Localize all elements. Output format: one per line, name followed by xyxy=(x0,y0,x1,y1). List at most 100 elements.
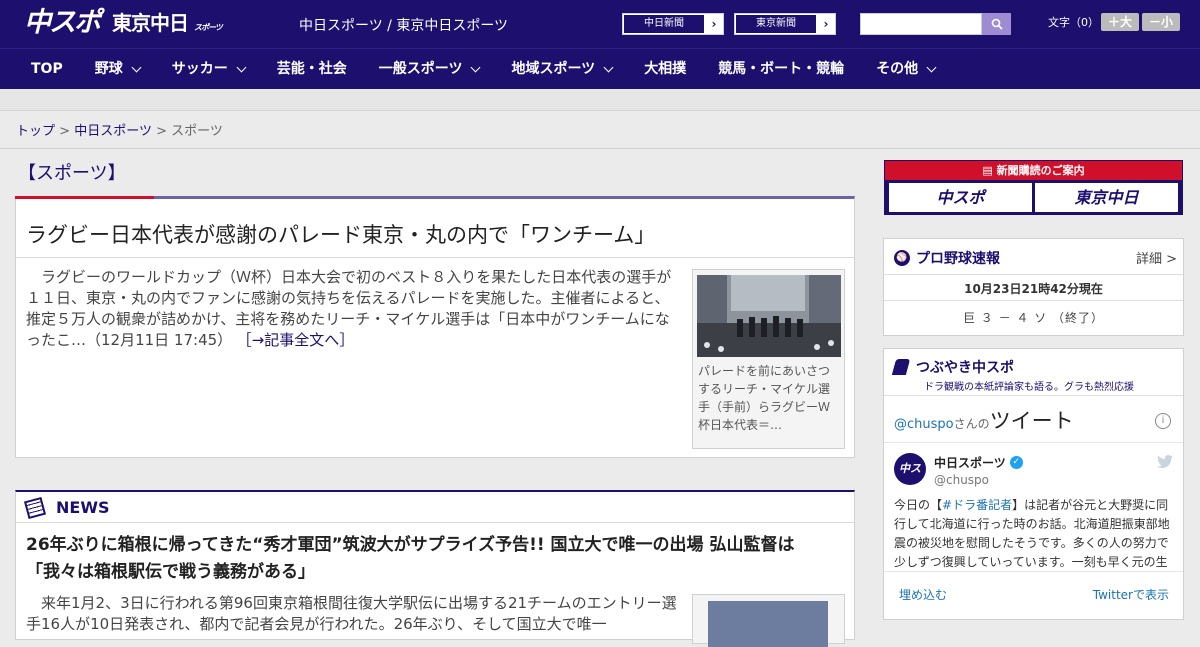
divider xyxy=(884,300,1183,301)
nav-label: TOP xyxy=(31,60,63,77)
divider xyxy=(884,274,1183,275)
nav-soccer[interactable]: サッカー xyxy=(156,49,261,90)
font-larger-button[interactable]: ＋大 xyxy=(1101,13,1139,31)
tokyo-shimbun-label: 東京新聞 xyxy=(736,15,816,33)
info-icon[interactable]: i xyxy=(1155,413,1171,429)
top-header: 中スポ 東京中日 スポーツ 中日スポーツ / 東京中日スポーツ 中日新聞 › 東… xyxy=(0,0,1200,48)
chevron-down-icon xyxy=(603,62,614,72)
breadcrumb-current: スポーツ xyxy=(171,124,223,139)
page-title: 【スポーツ】 xyxy=(18,163,126,184)
nav-label: その他 xyxy=(876,60,919,77)
divider xyxy=(884,571,1183,572)
nav-entertainment[interactable]: 芸能・社会 xyxy=(261,49,363,90)
nav-label: 競馬・ボート・競輪 xyxy=(718,60,845,77)
nav-label: 野球 xyxy=(94,60,123,77)
avatar[interactable]: 中スポ xyxy=(894,453,926,507)
font-smaller-button[interactable]: －小 xyxy=(1142,13,1180,31)
tokyo-logo-main: 東京中日 xyxy=(112,11,189,35)
verified-icon: ✓ xyxy=(1009,456,1023,469)
article-summary: ラグビーのワールドカップ（Ｗ杯）日本大会で初のベスト８入りを果たした日本代表の選… xyxy=(26,267,684,351)
nav-regional-sports[interactable]: 地域スポーツ xyxy=(495,49,628,90)
twitter-handle-link[interactable]: @chuspo xyxy=(894,417,954,432)
twitter-widget: つぶやき中スポ ドラ観戦の本紙評論家も語る。グラも熱烈応援 @chuspo さん… xyxy=(883,348,1184,620)
nav-top[interactable]: TOP xyxy=(0,49,79,90)
divider xyxy=(884,442,1183,443)
nav-baseball[interactable]: 野球 xyxy=(79,49,156,90)
divider xyxy=(0,148,1200,149)
author-name: 中日スポーツ xyxy=(934,456,1006,470)
update-time: 10月23日21時42分現在 xyxy=(964,282,1103,296)
chevron-down-icon xyxy=(236,62,247,72)
tokyo-shimbun-button[interactable]: 東京新聞 › xyxy=(734,13,836,35)
chevron-down-icon xyxy=(926,62,937,72)
featured-article: ラグビー日本代表が感謝のパレード東京・丸の内で「ワンチーム」 ラグビーのワールド… xyxy=(15,196,855,458)
read-more-link[interactable]: ［→記事全文へ］ xyxy=(244,331,354,349)
nav-others[interactable]: その他 xyxy=(860,49,951,90)
nav-sumo[interactable]: 大相撲 xyxy=(628,49,702,90)
tokyo-chunichi-logo: 東京中日 xyxy=(1035,183,1178,212)
widget-header: ⚾ プロ野球速報 xyxy=(894,248,1000,268)
chuspo-logo[interactable]: 中スポ xyxy=(24,6,101,40)
widget-subtitle: ドラ観戦の本紙評論家も語る。グラも熱烈応援 xyxy=(924,382,1134,393)
details-link[interactable]: 詳細 > xyxy=(1136,248,1177,267)
news-section: NEWS 26年ぶりに箱根に帰ってきた“秀才軍団”筑波大がサプライズ予告!! 国… xyxy=(15,490,855,647)
sub-nav-band xyxy=(0,89,1200,111)
breadcrumb-chunichi[interactable]: 中日スポーツ xyxy=(74,124,152,139)
timeline-san: さんの xyxy=(953,417,990,431)
site-title[interactable]: 中日スポーツ / 東京中日スポーツ xyxy=(299,15,508,35)
game-score[interactable]: 巨 ３ － ４ ソ （終了） xyxy=(884,309,1183,326)
search-icon xyxy=(991,18,1003,30)
divider xyxy=(16,257,854,258)
news-summary: 来年1月2、3日に行われる第96回東京箱根間往復大学駅伝に出場する21チームのエ… xyxy=(26,594,677,633)
tweet-text-pre: 今日の【 xyxy=(894,498,943,512)
chevron-right-icon: › xyxy=(705,14,723,34)
megaphone-icon xyxy=(891,359,911,375)
subscription-title-text: 新聞購読のご案内 xyxy=(996,164,1085,177)
divider xyxy=(884,395,1183,396)
subscription-title: ▤ 新聞購読のご案内 xyxy=(885,161,1182,180)
author-screen-name[interactable]: @chuspo xyxy=(934,473,989,487)
hashtag-link[interactable]: #ドラ番記者 xyxy=(942,498,1012,512)
newspaper-icon: ▤ xyxy=(982,164,993,177)
chevron-down-icon xyxy=(471,62,481,72)
article-headline[interactable]: ラグビー日本代表が感謝のパレード東京・丸の内で「ワンチーム」 xyxy=(26,219,655,249)
search-input[interactable] xyxy=(860,13,982,35)
view-on-twitter-link[interactable]: Twitterで表示 xyxy=(1093,586,1169,603)
news-headline[interactable]: 26年ぶりに箱根に帰ってきた“秀才軍団”筑波大がサプライズ予告!! 国立大で唯一… xyxy=(26,532,841,586)
chunichi-shimbun-button[interactable]: 中日新聞 › xyxy=(622,13,724,35)
article-photo-box[interactable]: パレードを前にあいさつするリーチ・マイケル選手（手前）らラグビーＷ杯日本代表＝… xyxy=(692,269,845,449)
timeline-header: @chuspo さんの ツイート xyxy=(894,405,1074,435)
photo-caption: パレードを前にあいさつするリーチ・マイケル選手（手前）らラグビーＷ杯日本代表＝… xyxy=(698,364,831,432)
tokyo-logo-sub: スポーツ xyxy=(193,23,223,32)
nav-racing[interactable]: 競馬・ボート・競輪 xyxy=(702,49,860,90)
breadcrumb-separator: > xyxy=(59,124,71,139)
tokyo-chunichi-logo[interactable]: 東京中日 スポーツ xyxy=(112,10,223,41)
nav-label: 芸能・社会 xyxy=(276,60,347,77)
twitter-bird-icon[interactable] xyxy=(1157,455,1173,473)
nav-label: サッカー xyxy=(171,60,228,77)
chuspo-logo: 中スポ xyxy=(889,183,1032,212)
nav-label: 一般スポーツ xyxy=(378,60,463,77)
baseball-icon: ⚾ xyxy=(894,250,910,266)
news-label: NEWS xyxy=(56,498,110,517)
subscription-banner[interactable]: ▤ 新聞購読のご案内 中スポ 東京中日 xyxy=(884,160,1183,215)
search-button[interactable] xyxy=(982,13,1011,35)
embed-link[interactable]: 埋め込む xyxy=(899,586,947,603)
article-photo xyxy=(697,275,841,357)
nav-general-sports[interactable]: 一般スポーツ xyxy=(363,49,496,90)
breadcrumb-top[interactable]: トップ xyxy=(16,124,55,139)
widget-header: つぶやき中スポ xyxy=(891,357,1014,377)
font-size-label: 文字（0） xyxy=(1048,16,1099,29)
timeline-title: ツイート xyxy=(989,409,1074,433)
nav-label: 地域スポーツ xyxy=(511,60,596,77)
tweet-text: 今日の【#ドラ番記者】は記者が谷元と大野奨に同行して北海道に行った時のお話。北海… xyxy=(894,496,1174,570)
news-photo xyxy=(708,601,828,647)
divider xyxy=(16,522,854,523)
subscription-logos: 中スポ 東京中日 xyxy=(885,180,1182,215)
news-photo-box[interactable] xyxy=(692,594,845,647)
breadcrumb: トップ > 中日スポーツ > スポーツ xyxy=(16,120,223,139)
pro-baseball-widget: ⚾ プロ野球速報 詳細 > 10月23日21時42分現在 巨 ３ － ４ ソ （… xyxy=(883,238,1184,336)
widget-title: つぶやき中スポ xyxy=(916,360,1014,376)
tweet-author[interactable]: 中日スポーツ ✓ xyxy=(934,454,1023,471)
chevron-down-icon xyxy=(131,62,142,72)
